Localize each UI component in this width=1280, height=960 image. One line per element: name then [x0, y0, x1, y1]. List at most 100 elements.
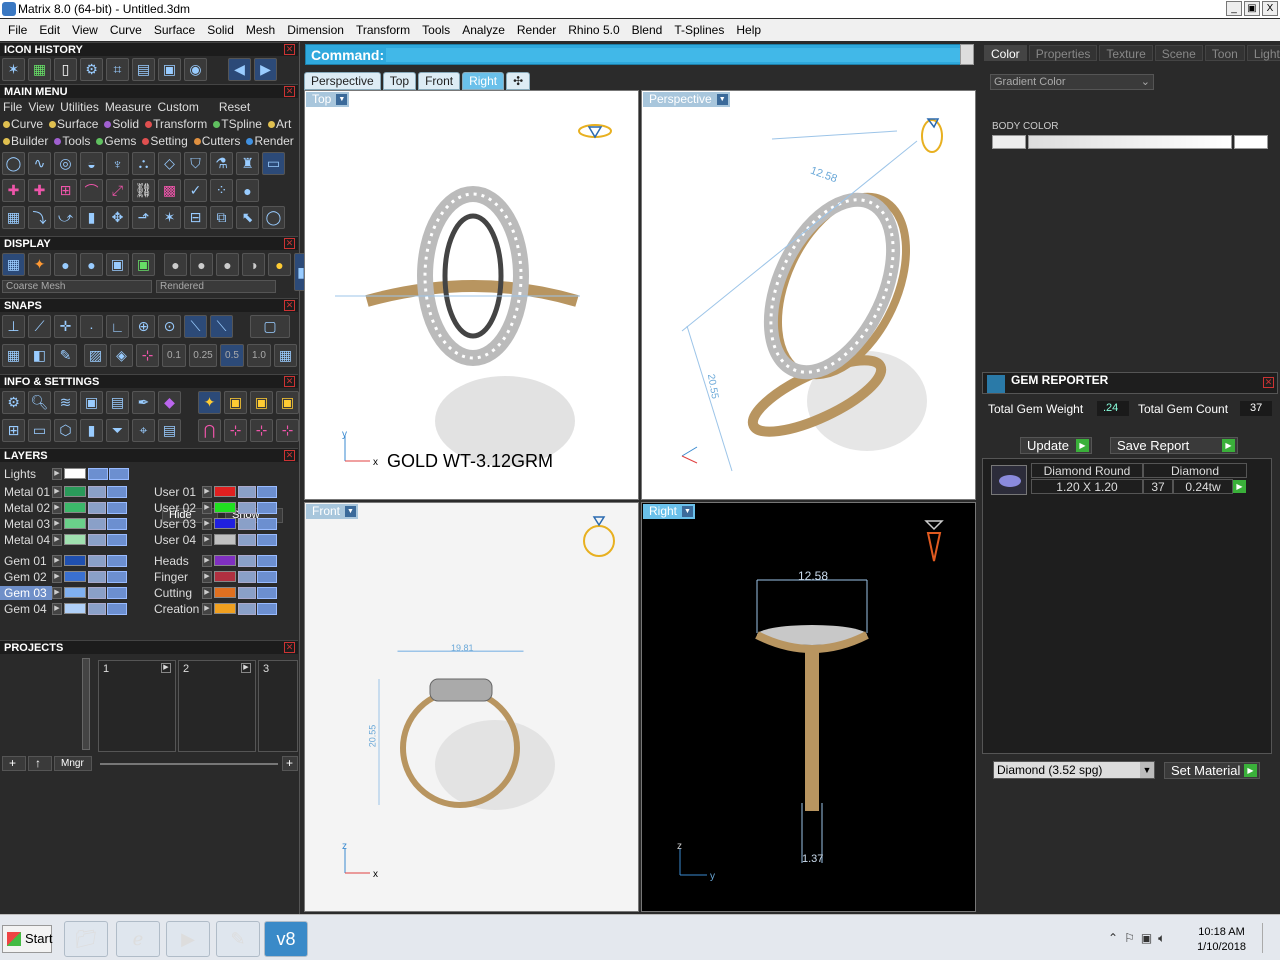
- menu-view[interactable]: View: [66, 23, 104, 37]
- project-slot-1[interactable]: 1 ▶: [98, 660, 176, 752]
- scale-icon[interactable]: ⤢: [106, 179, 129, 202]
- menu-rhino[interactable]: Rhino 5.0: [562, 23, 625, 37]
- gold-sphere-icon[interactable]: ●: [268, 253, 291, 276]
- mm3-setting[interactable]: Setting: [139, 134, 190, 148]
- link-icon[interactable]: ⛓: [132, 179, 155, 202]
- tab-scene[interactable]: Scene: [1154, 45, 1203, 61]
- layer-row[interactable]: Finger ▶: [150, 569, 278, 584]
- expand-arrow-icon[interactable]: ▶: [202, 586, 212, 599]
- save-report-button[interactable]: Save Report ▶: [1110, 437, 1238, 454]
- forward-arrow-icon[interactable]: ▶: [254, 58, 277, 81]
- snap-quad-icon[interactable]: ⟍: [210, 315, 233, 338]
- menu-analyze[interactable]: Analyze: [456, 23, 511, 37]
- curve-icon[interactable]: ∿: [28, 152, 51, 175]
- expand-arrow-icon[interactable]: ▶: [52, 570, 62, 583]
- add-tab-button[interactable]: ✣: [506, 72, 531, 90]
- mm3-builder[interactable]: Builder: [0, 134, 51, 148]
- cube-outline-icon[interactable]: ⬡: [54, 419, 77, 442]
- lock-icon[interactable]: [238, 501, 256, 514]
- layer-color-swatch[interactable]: [214, 571, 236, 582]
- maximize-button[interactable]: ▣: [1244, 1, 1260, 16]
- layer-toggle[interactable]: [107, 586, 127, 599]
- layer-row[interactable]: Metal 01 ▶: [0, 484, 128, 499]
- stripe-sphere-icon[interactable]: ◑: [242, 253, 265, 276]
- tab-right[interactable]: Right: [462, 72, 505, 90]
- layer-color-swatch[interactable]: [64, 534, 86, 545]
- move-icon[interactable]: ✥: [106, 206, 129, 229]
- close-icon[interactable]: ✕: [284, 300, 295, 311]
- mm-view[interactable]: View: [25, 100, 57, 114]
- chrome-sphere-icon[interactable]: ●: [190, 253, 213, 276]
- tab-texture[interactable]: Texture: [1099, 45, 1153, 61]
- layer-toggle[interactable]: [107, 602, 127, 615]
- mm-utilities[interactable]: Utilities: [57, 100, 102, 114]
- layer-color-swatch[interactable]: [214, 603, 236, 614]
- zoom-icon[interactable]: 🔍︎: [28, 391, 51, 414]
- layer-row[interactable]: Metal 03 ▶: [0, 516, 128, 531]
- frame-2-icon[interactable]: ▣: [250, 391, 273, 414]
- snap-mid-icon[interactable]: ·: [80, 315, 103, 338]
- close-icon[interactable]: ✕: [284, 450, 295, 461]
- prong-icon[interactable]: ♆: [106, 152, 129, 175]
- array-icon[interactable]: ⁘: [210, 179, 233, 202]
- mm3-gems[interactable]: Gems: [93, 134, 139, 148]
- layer-row[interactable]: Gem 04 ▶: [0, 601, 128, 616]
- lock-icon[interactable]: [88, 570, 106, 583]
- split-icon[interactable]: ⊟: [184, 206, 207, 229]
- cursor-icon[interactable]: ⬉: [236, 206, 259, 229]
- gem-icon[interactable]: ◇: [158, 152, 181, 175]
- menu-blend[interactable]: Blend: [626, 23, 669, 37]
- layer-color-swatch[interactable]: [214, 555, 236, 566]
- boxes-icon[interactable]: ▦: [2, 206, 25, 229]
- media-player-icon[interactable]: ▶: [166, 921, 210, 957]
- layer-row[interactable]: User 02 ▶: [150, 500, 278, 515]
- close-icon[interactable]: ✕: [284, 238, 295, 249]
- grid-icon[interactable]: ▦: [28, 58, 51, 81]
- expand-arrow-icon[interactable]: ▶: [202, 501, 212, 514]
- snap-step-025[interactable]: 0.25: [189, 344, 217, 367]
- expand-arrow-icon[interactable]: ▶: [52, 517, 62, 530]
- pattern-icon[interactable]: ▩: [158, 179, 181, 202]
- layer-toggle[interactable]: [109, 467, 129, 480]
- tab-front[interactable]: Front: [418, 72, 461, 90]
- bend-icon[interactable]: ⤵: [28, 206, 51, 229]
- frame-3-icon[interactable]: ▣: [276, 391, 299, 414]
- lock-icon[interactable]: [88, 586, 106, 599]
- tab-toon[interactable]: Toon: [1204, 45, 1245, 61]
- layer-color-swatch[interactable]: [214, 518, 236, 529]
- gem-setting-icon[interactable]: ✦: [198, 391, 221, 414]
- document-icon[interactable]: ▤: [106, 391, 129, 414]
- hatch-icon[interactable]: ▨: [84, 344, 107, 367]
- layer-toggle[interactable]: [107, 570, 127, 583]
- layer-stack-icon[interactable]: ≋: [54, 391, 77, 414]
- matte-sphere-icon[interactable]: ●: [216, 253, 239, 276]
- transform-icon[interactable]: ⌗: [106, 58, 129, 81]
- layer-row[interactable]: Gem 03 ▶: [0, 585, 128, 600]
- layer-toggle[interactable]: [257, 554, 277, 567]
- menu-solid[interactable]: Solid: [201, 23, 240, 37]
- new-file-icon[interactable]: ▯: [54, 58, 77, 81]
- check-icon[interactable]: ✓: [184, 179, 207, 202]
- menu-tsplines[interactable]: T-Splines: [668, 23, 730, 37]
- snap-end-icon[interactable]: ⊥: [2, 315, 25, 338]
- matrix-taskbar-icon[interactable]: v8: [264, 921, 308, 957]
- viewport-top[interactable]: Top ▼ y x GOLD WT-3.12GRM: [304, 90, 639, 500]
- update-button[interactable]: Update ▶: [1020, 437, 1092, 454]
- lock-icon[interactable]: [238, 570, 256, 583]
- mm-measure[interactable]: Measure: [102, 100, 155, 114]
- projects-scrollbar[interactable]: [82, 658, 90, 750]
- expand-arrow-icon[interactable]: ▶: [161, 663, 171, 673]
- lock-icon[interactable]: [88, 602, 106, 615]
- expand-arrow-icon[interactable]: ▶: [52, 554, 62, 567]
- lights-layer-row[interactable]: Lights ▶: [0, 466, 130, 481]
- layer-row[interactable]: Metal 02 ▶: [0, 500, 128, 515]
- layer-color-swatch[interactable]: [64, 502, 86, 513]
- expand-arrow-icon[interactable]: ▶: [52, 602, 62, 615]
- axes-icon[interactable]: ⊹: [224, 419, 247, 442]
- system-clock[interactable]: 10:18 AM 1/10/2018: [1197, 925, 1246, 955]
- close-icon[interactable]: ✕: [1263, 377, 1274, 388]
- expand-arrow-icon[interactable]: ▶: [52, 485, 62, 498]
- internet-explorer-icon[interactable]: ℯ: [116, 921, 160, 957]
- pencil-icon[interactable]: ✎: [54, 344, 77, 367]
- layer-row[interactable]: Gem 02 ▶: [0, 569, 128, 584]
